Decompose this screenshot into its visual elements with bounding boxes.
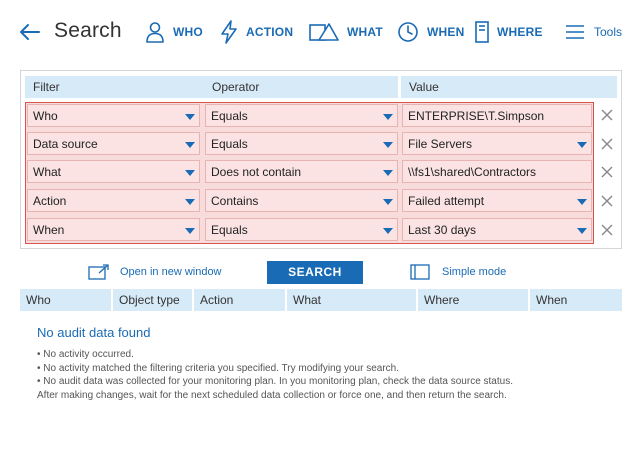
server-icon bbox=[475, 21, 489, 43]
filter-select-value: Data source bbox=[33, 137, 98, 151]
results-column-where[interactable]: Where bbox=[418, 289, 528, 311]
nav-tools-label: Tools bbox=[594, 25, 623, 39]
value-select-row-5[interactable]: Last 30 days bbox=[402, 218, 592, 241]
shapes-icon bbox=[309, 23, 339, 41]
remove-filter-icon[interactable] bbox=[600, 137, 614, 151]
operator-select-row-2[interactable]: Equals bbox=[205, 132, 398, 155]
nav-who-label: WHO bbox=[173, 25, 203, 39]
user-icon bbox=[146, 22, 164, 43]
chevron-down-icon bbox=[185, 114, 195, 120]
nav-what[interactable]: WHAT bbox=[309, 18, 383, 46]
empty-state-line: • No activity occurred. bbox=[37, 349, 134, 360]
operator-select-row-4[interactable]: Contains bbox=[205, 189, 398, 212]
value-input-row-3[interactable]: \\fs1\shared\Contractors bbox=[402, 160, 592, 183]
value-column-header: Value bbox=[401, 76, 617, 98]
value-text: \\fs1\shared\Contractors bbox=[408, 165, 537, 179]
value-text: ENTERPRISE\T.Simpson bbox=[408, 109, 545, 123]
chevron-down-icon bbox=[383, 228, 393, 234]
page-title: Search bbox=[54, 19, 122, 42]
chevron-down-icon bbox=[577, 199, 587, 205]
chevron-down-icon bbox=[185, 142, 195, 148]
operator-select-value: Contains bbox=[211, 194, 259, 208]
simple-mode-label: Simple mode bbox=[442, 266, 507, 278]
chevron-down-icon bbox=[383, 170, 393, 176]
remove-filter-icon[interactable] bbox=[600, 108, 614, 122]
value-input-row-1[interactable]: ENTERPRISE\T.Simpson bbox=[402, 104, 592, 127]
results-column-when[interactable]: When bbox=[530, 289, 622, 311]
remove-filter-icon[interactable] bbox=[600, 223, 614, 237]
operator-select-row-3[interactable]: Does not contain bbox=[205, 160, 398, 183]
nav-who[interactable]: WHO bbox=[145, 18, 203, 46]
empty-state-message: • No activity occurred. • No activity ma… bbox=[37, 348, 627, 402]
nav-when[interactable]: WHEN bbox=[397, 18, 464, 46]
lightning-icon bbox=[221, 20, 237, 44]
filter-select-value: When bbox=[33, 223, 65, 237]
results-column-action[interactable]: Action bbox=[194, 289, 285, 311]
operator-select-row-5[interactable]: Equals bbox=[205, 218, 398, 241]
results-column-who[interactable]: Who bbox=[20, 289, 111, 311]
open-in-new-window-link[interactable]: Open in new window bbox=[88, 264, 222, 280]
chevron-down-icon bbox=[383, 142, 393, 148]
remove-filter-icon[interactable] bbox=[600, 194, 614, 208]
nav-action-label: ACTION bbox=[246, 25, 294, 39]
operator-select-value: Does not contain bbox=[211, 165, 302, 179]
external-window-icon bbox=[88, 264, 109, 280]
chevron-down-icon bbox=[383, 114, 393, 120]
filter-select-row-3[interactable]: What bbox=[27, 160, 200, 183]
filter-column-header: Filter bbox=[25, 76, 221, 98]
search-button[interactable]: SEARCH bbox=[267, 261, 363, 284]
filter-select-row-4[interactable]: Action bbox=[27, 189, 200, 212]
chevron-down-icon bbox=[185, 199, 195, 205]
search-header: Search WHO ACTION WHAT WHEN WHERE Tools bbox=[0, 0, 640, 64]
value-select-row-4[interactable]: Failed attempt bbox=[402, 189, 592, 212]
filter-panel: Filter Operator Value Who Equals ENTERPR… bbox=[20, 70, 622, 249]
nav-tools[interactable]: Tools bbox=[566, 18, 622, 46]
nav-where-label: WHERE bbox=[497, 25, 543, 39]
clock-icon bbox=[398, 22, 418, 42]
value-text: File Servers bbox=[408, 137, 473, 151]
filter-select-row-2[interactable]: Data source bbox=[27, 132, 200, 155]
chevron-down-icon bbox=[577, 142, 587, 148]
remove-filter-icon[interactable] bbox=[600, 165, 614, 179]
nav-what-label: WHAT bbox=[347, 25, 383, 39]
open-in-new-window-label: Open in new window bbox=[120, 266, 222, 278]
filter-select-row-5[interactable]: When bbox=[27, 218, 200, 241]
chevron-down-icon bbox=[185, 228, 195, 234]
filter-select-value: What bbox=[33, 165, 62, 179]
value-text: Last 30 days bbox=[408, 223, 477, 237]
value-select-row-2[interactable]: File Servers bbox=[402, 132, 592, 155]
filter-select-row-1[interactable]: Who bbox=[27, 104, 200, 127]
filter-select-value: Who bbox=[33, 109, 58, 123]
operator-select-value: Equals bbox=[211, 223, 248, 237]
nav-action[interactable]: ACTION bbox=[220, 18, 293, 46]
hamburger-menu-icon bbox=[566, 25, 584, 39]
empty-state-line: After making changes, wait for the next … bbox=[37, 389, 507, 401]
chevron-down-icon bbox=[185, 170, 195, 176]
chevron-down-icon bbox=[577, 228, 587, 234]
value-text: Failed attempt bbox=[408, 194, 485, 208]
chevron-down-icon bbox=[383, 199, 393, 205]
simple-mode-link[interactable]: Simple mode bbox=[410, 264, 506, 280]
operator-select-value: Equals bbox=[211, 109, 248, 123]
back-arrow-icon[interactable] bbox=[18, 20, 42, 44]
operator-column-header: Operator bbox=[204, 76, 398, 98]
operator-select-value: Equals bbox=[211, 137, 248, 151]
empty-state-line: • No activity matched the filtering crit… bbox=[37, 362, 399, 374]
nav-when-label: WHEN bbox=[427, 25, 465, 39]
empty-state-line: • No audit data was collected for your m… bbox=[37, 376, 513, 387]
filter-select-value: Action bbox=[33, 194, 67, 208]
operator-select-row-1[interactable]: Equals bbox=[205, 104, 398, 127]
results-column-what[interactable]: What bbox=[287, 289, 416, 311]
nav-where[interactable]: WHERE bbox=[475, 18, 543, 46]
empty-state-title: No audit data found bbox=[37, 325, 151, 340]
simple-mode-icon bbox=[410, 264, 430, 280]
results-column-object-type[interactable]: Object type bbox=[113, 289, 192, 311]
